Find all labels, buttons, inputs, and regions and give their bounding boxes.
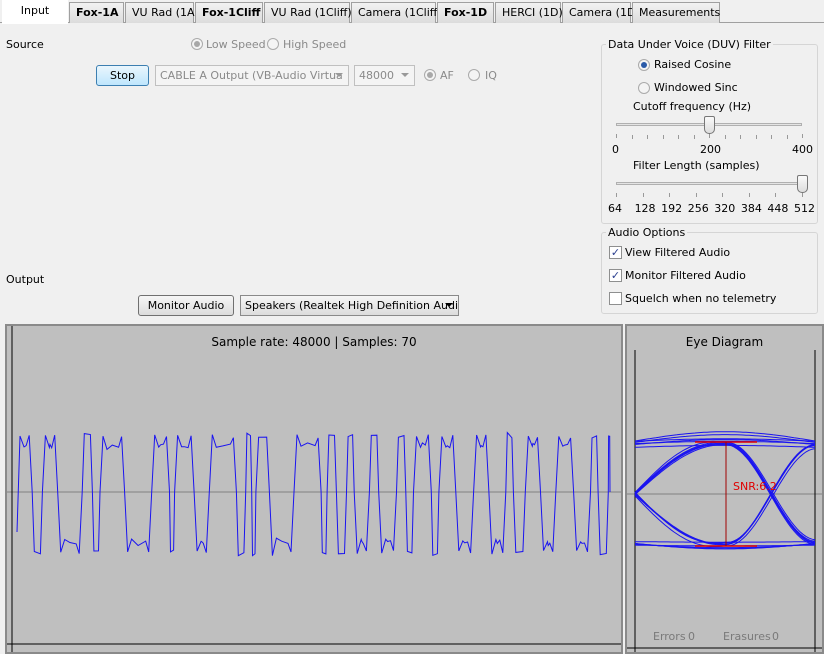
tab-vu-rad-1a[interactable]: VU Rad (1A) [125,2,199,23]
sample-rate-select[interactable]: 48000 [354,65,415,86]
iq-radio[interactable] [468,69,480,81]
length-tick-mark [802,193,803,197]
tab-camera-1cliff[interactable]: Camera (1Cliff) [351,2,442,23]
eye-trace [634,442,816,543]
filter-length-slider-thumb[interactable] [797,175,808,193]
monitor-filtered-label: Monitor Filtered Audio [625,269,746,282]
source-label: Source [6,38,44,51]
windowed-sinc-radio[interactable] [638,82,650,94]
cutoff-tick-400: 400 [792,143,813,156]
length-tick-mark [695,193,697,197]
chevron-down-icon [401,73,409,77]
cutoff-tick-mark [755,135,757,139]
audio-options-title: Audio Options [606,226,688,239]
filter-length-slider[interactable] [616,182,802,185]
cutoff-tick-mark [771,135,772,139]
eye-diagram-plot [627,350,822,652]
low-speed-radio[interactable] [191,38,203,50]
length-tick-label: 128 [634,202,656,215]
squelch-checkbox[interactable] [609,292,622,305]
high-speed-radio[interactable] [267,38,279,50]
stop-button[interactable]: Stop [96,65,149,86]
iq-label: IQ [485,69,497,82]
filter-length-label: Filter Length (samples) [633,159,760,172]
duv-filter-title: Data Under Voice (DUV) Filter [606,38,773,51]
tab-bar: Input Fox-1A VU Rad (1A) Fox-1Cliff VU Rad (… [0,0,824,24]
length-tick-mark [748,193,750,197]
length-tick-mark [775,193,777,197]
tab-camera-1d[interactable]: Camera (1D) [562,2,640,23]
cutoff-tick-mark [709,134,710,138]
raised-cosine-radio[interactable] [638,59,650,71]
length-tick-mark [669,193,671,197]
length-tick-label: 256 [687,202,709,215]
length-tick-label: 64 [608,202,622,215]
errors-value: 0 [688,630,695,643]
audio-waveform-plot [7,326,621,652]
low-speed-label: Low Speed [206,38,266,51]
length-tick-mark [616,193,617,197]
eye-trace [634,444,816,448]
cutoff-tick-0: 0 [612,143,619,156]
tab-herci-1d[interactable]: HERCI (1D) [495,2,563,23]
eye-trace [634,441,816,541]
raised-cosine-label: Raised Cosine [654,58,732,71]
cutoff-tick-mark [802,134,803,138]
waveform-trace [16,431,611,557]
cutoff-tick-mark [647,135,648,139]
monitor-audio-button[interactable]: Monitor Audio [138,295,234,316]
eye-diagram-panel: Eye Diagram SNR:6.2 Errors 0 Erasures 0 [625,324,824,654]
tab-input[interactable]: Input [2,0,68,24]
source-device-select[interactable]: CABLE A Output (VB-Audio Virtua [155,65,349,86]
view-filtered-checkbox[interactable]: ✓ [609,246,622,259]
snr-label: SNR:6.2 [733,480,777,493]
squelch-label: Squelch when no telemetry [625,292,777,305]
cutoff-label: Cutoff frequency (Hz) [633,100,752,113]
tab-fox-1cliff[interactable]: Fox-1Cliff [195,2,263,23]
length-tick-label: 320 [714,202,736,215]
view-filtered-label: View Filtered Audio [625,246,731,259]
sample-rate-value: 48000 [359,69,394,82]
af-radio[interactable] [424,69,436,81]
windowed-sinc-label: Windowed Sinc [654,81,738,94]
cutoff-tick-200: 200 [700,143,721,156]
audio-scope-panel: Sample rate: 48000 | Samples: 70 [5,324,623,654]
cutoff-tick-mark [724,135,726,139]
source-device-value: CABLE A Output (VB-Audio Virtua [160,69,343,82]
output-device-value: Speakers (Realtek High Definition Audio) [245,299,459,312]
output-label: Output [6,273,45,286]
high-speed-label: High Speed [283,38,347,51]
length-tick-label: 192 [661,202,683,215]
errors-label: Errors [653,630,686,643]
eye-trace [634,441,816,542]
eye-trace [634,448,816,548]
cutoff-tick-mark [616,134,617,138]
length-tick-label: 512 [794,202,815,215]
cutoff-tick-mark [786,135,788,139]
output-device-select[interactable]: Speakers (Realtek High Definition Audio) [240,295,459,316]
erasures-value: 0 [772,630,779,643]
length-tick-label: 448 [767,202,789,215]
eye-trace [634,443,816,543]
cutoff-tick-mark [678,135,679,139]
tab-measurements[interactable]: Measurements [632,2,720,23]
monitor-filtered-checkbox[interactable]: ✓ [609,269,622,282]
tab-vu-rad-1cliff[interactable]: VU Rad (1Cliff) [264,2,352,23]
tab-fox-1d[interactable]: Fox-1D [437,2,494,23]
length-tick-mark [722,193,724,197]
tab-fox-1a[interactable]: Fox-1A [69,2,124,23]
length-tick-mark [642,193,644,197]
cutoff-slider-thumb[interactable] [704,116,715,134]
cutoff-tick-mark [631,135,633,139]
af-label: AF [440,69,454,82]
erasures-label: Erasures [723,630,771,643]
eye-trace [634,445,816,546]
length-tick-label: 384 [740,202,762,215]
cutoff-tick-mark [693,135,695,139]
cutoff-tick-mark [740,135,741,139]
chevron-down-icon [335,73,343,77]
chevron-down-icon [445,303,453,307]
cutoff-tick-mark [662,135,664,139]
